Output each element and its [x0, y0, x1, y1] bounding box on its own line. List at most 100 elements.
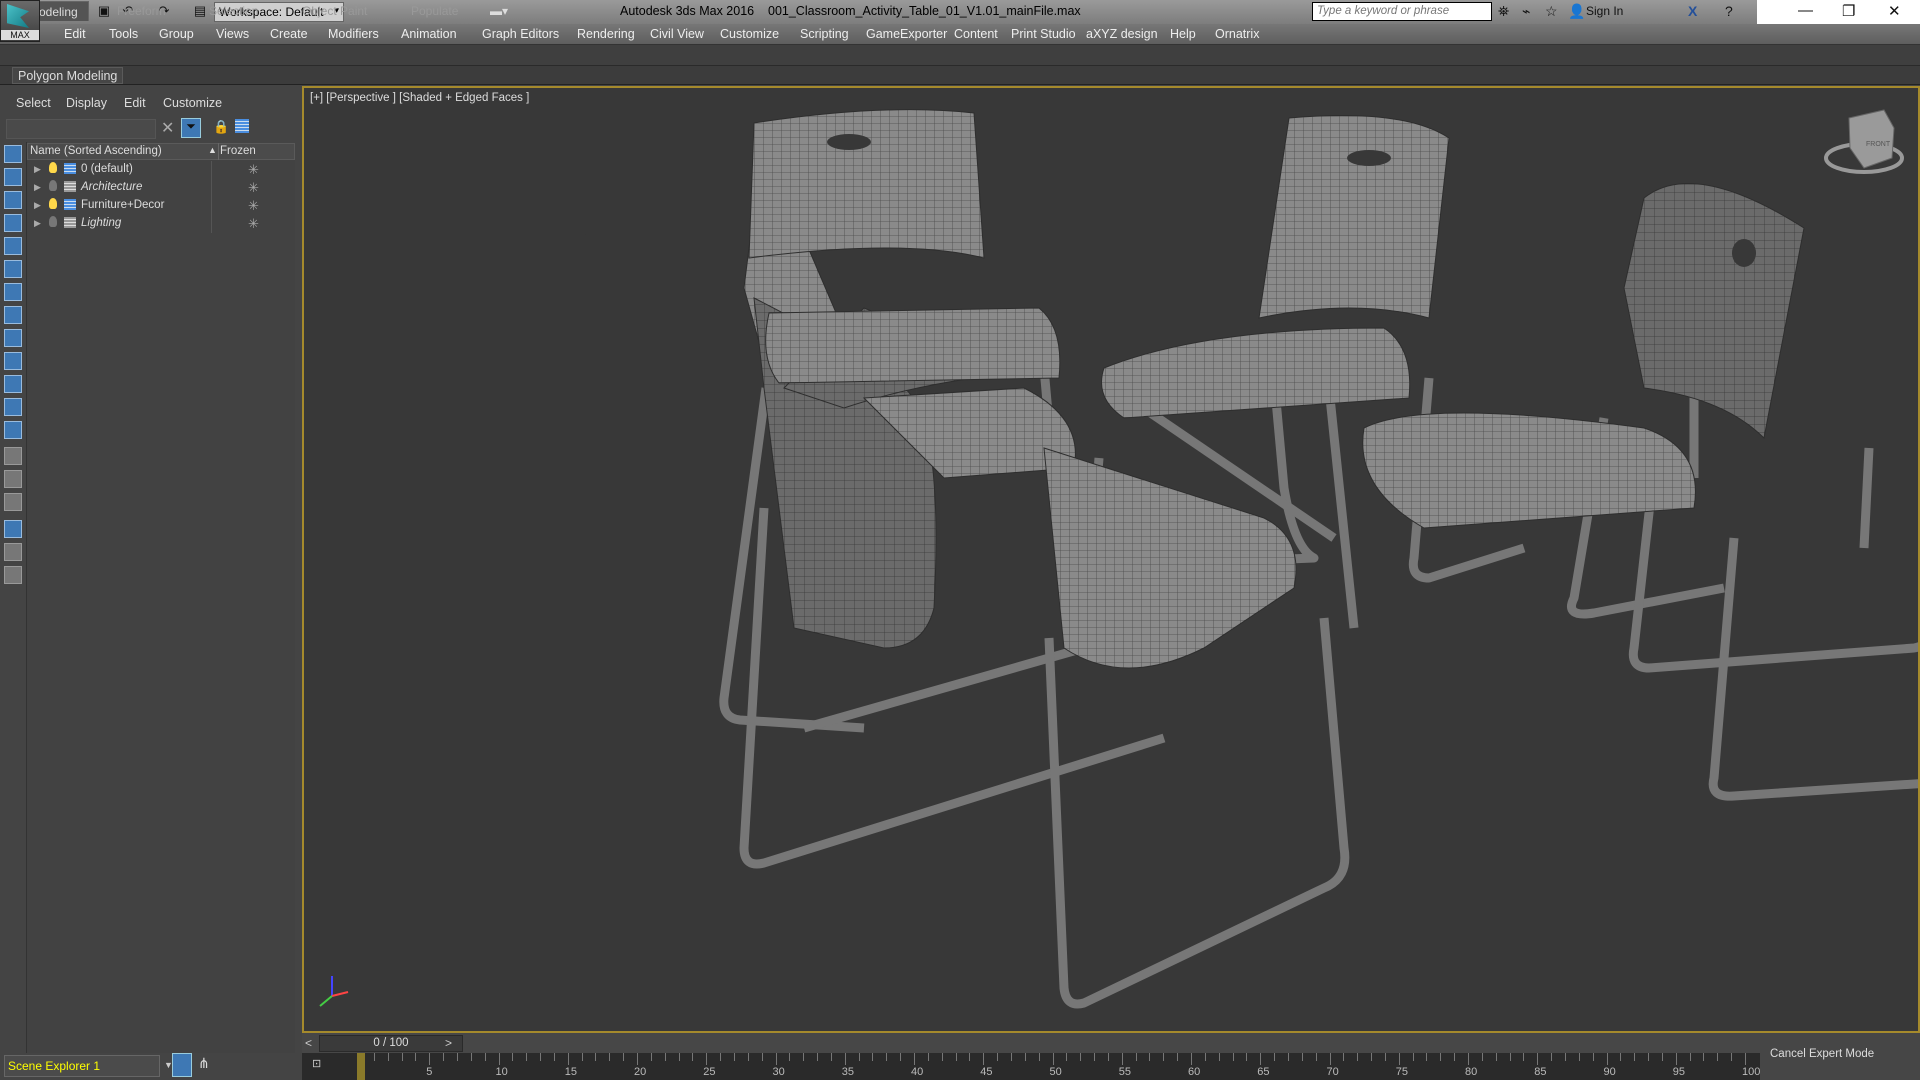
time-slider[interactable]: < 0 / 100 > [302, 1033, 1920, 1053]
app-menu-button[interactable]: MAX [0, 0, 40, 42]
viewcube[interactable]: FRONT [1824, 109, 1904, 174]
favorites-star-icon[interactable]: ☆ [1545, 3, 1558, 20]
explorer-menu-customize[interactable]: Customize [163, 96, 222, 110]
explorer-menu-edit[interactable]: Edit [124, 96, 146, 110]
ribbon-tab-freeform[interactable]: Freeform [117, 4, 166, 18]
search-input[interactable]: Type a keyword or phrase [1312, 2, 1492, 21]
ribbon-tab-populate[interactable]: Populate [411, 4, 458, 18]
explorer-search-input[interactable] [6, 119, 156, 139]
chair-4-back [1623, 182, 1805, 440]
explorer-filter-icon[interactable] [4, 493, 22, 511]
explorer-filter-icon[interactable] [4, 306, 22, 324]
binoculars-icon[interactable]: ⛯ [1498, 3, 1509, 20]
frame-label: 80 [1465, 1066, 1478, 1078]
restore-button[interactable]: ❐ [1842, 2, 1855, 20]
frozen-snowflake-icon[interactable]: ✳ [248, 198, 259, 214]
layers-icon[interactable] [235, 119, 249, 133]
explorer-filter-icon[interactable] [4, 352, 22, 370]
frame-tick [1287, 1053, 1289, 1061]
menu-civil-view[interactable]: Civil View [650, 27, 704, 41]
menu-customize[interactable]: Customize [720, 27, 779, 41]
light-bulb-icon[interactable] [49, 198, 57, 209]
clear-search-icon[interactable]: ✕ [161, 118, 174, 138]
communication-center-icon[interactable]: ⌁ [1522, 3, 1530, 20]
explorer-filter-icon[interactable] [4, 214, 22, 232]
menu-gameexporter[interactable]: GameExporter [866, 27, 947, 41]
menu-edit[interactable]: Edit [64, 27, 86, 41]
explorer-filter-icon[interactable] [4, 447, 22, 465]
menu-content[interactable]: Content [954, 27, 998, 41]
exchange-apps-icon[interactable]: X [1688, 3, 1697, 19]
explorer-filter-icon[interactable] [4, 168, 22, 186]
explorer-filter-icon[interactable] [4, 520, 22, 538]
explorer-filter-icon[interactable] [4, 375, 22, 393]
ribbon-options-icon[interactable]: ▬▾ [490, 4, 508, 18]
frozen-snowflake-icon[interactable]: ✳ [248, 216, 259, 232]
minimize-button[interactable]: — [1798, 2, 1813, 19]
explorer-menu-select[interactable]: Select [16, 96, 51, 110]
column-frozen[interactable]: Frozen [220, 145, 256, 157]
menu-graph-editors[interactable]: Graph Editors [482, 27, 559, 41]
menu-ornatrix[interactable]: Ornatrix [1215, 27, 1259, 41]
menu-create[interactable]: Create [270, 27, 308, 41]
explorer-filter-icon[interactable] [4, 566, 22, 584]
explorer-menu-display[interactable]: Display [66, 96, 107, 110]
previous-frame-button[interactable]: < [305, 1036, 312, 1050]
layer-row[interactable]: ▶ Lighting ✳ [27, 215, 295, 233]
expand-arrow-icon[interactable]: ▶ [34, 182, 41, 193]
frozen-snowflake-icon[interactable]: ✳ [248, 162, 259, 178]
curve-editor-icon[interactable]: ⊡ [312, 1057, 332, 1075]
expand-arrow-icon[interactable]: ▶ [34, 218, 41, 229]
help-icon[interactable]: ? [1725, 3, 1733, 19]
polygon-modeling-panel[interactable]: Polygon Modeling [12, 67, 124, 84]
explorer-filter-icon[interactable] [4, 398, 22, 416]
expand-arrow-icon[interactable]: ▶ [34, 164, 41, 175]
sort-by-hierarchy-icon[interactable]: ⋔ [198, 1055, 210, 1072]
layer-row[interactable]: ▶ Architecture ✳ [27, 179, 295, 197]
save-icon[interactable]: ▣ [96, 3, 112, 19]
layer-row[interactable]: ▶ 0 (default) ✳ [27, 161, 295, 179]
explorer-filter-icon[interactable] [4, 283, 22, 301]
explorer-filter-icon[interactable] [4, 191, 22, 209]
filter-icon[interactable]: ⏷ [181, 118, 201, 138]
menu-modifiers[interactable]: Modifiers [328, 27, 379, 41]
frame-tick [1675, 1053, 1677, 1065]
explorer-filter-icon[interactable] [4, 237, 22, 255]
layer-row[interactable]: ▶ Furniture+Decor ✳ [27, 197, 295, 215]
explorer-filter-icon[interactable] [4, 421, 22, 439]
sort-by-layer-icon[interactable] [172, 1053, 192, 1077]
expand-arrow-icon[interactable]: ▶ [34, 200, 41, 211]
explorer-filter-icon[interactable] [4, 543, 22, 561]
menu-animation[interactable]: Animation [401, 27, 457, 41]
explorer-filter-icon[interactable] [4, 145, 22, 163]
menu-views[interactable]: Views [216, 27, 249, 41]
close-button[interactable]: ✕ [1888, 2, 1901, 20]
lock-icon[interactable]: 🔒 [213, 119, 229, 135]
light-bulb-icon[interactable] [49, 180, 57, 191]
light-bulb-icon[interactable] [49, 216, 57, 227]
ribbon-tab-selection[interactable]: Selection [209, 4, 258, 18]
frozen-snowflake-icon[interactable]: ✳ [248, 180, 259, 196]
track-bar[interactable]: ⊡ 05101520253035404550556065707580859095… [302, 1053, 1920, 1080]
menu-rendering[interactable]: Rendering [577, 27, 635, 41]
light-bulb-icon[interactable] [49, 162, 57, 173]
menu-axyz-design[interactable]: aXYZ design [1086, 27, 1158, 41]
next-frame-button[interactable]: > [445, 1036, 452, 1050]
time-slider-thumb[interactable]: 0 / 100 [319, 1035, 463, 1052]
menu-help[interactable]: Help [1170, 27, 1196, 41]
menu-tools[interactable]: Tools [109, 27, 138, 41]
viewport-perspective[interactable]: [+] [Perspective ] [Shaded + Edged Faces… [302, 86, 1920, 1033]
explorer-filter-icon[interactable] [4, 329, 22, 347]
menu-print-studio[interactable]: Print Studio [1011, 27, 1076, 41]
sign-in-button[interactable]: Sign In [1586, 4, 1623, 18]
column-name[interactable]: Name (Sorted Ascending) [30, 145, 162, 157]
menu-group[interactable]: Group [159, 27, 194, 41]
project-folder-icon[interactable]: ▤ [192, 3, 208, 19]
explorer-filter-icon[interactable] [4, 470, 22, 488]
scene-explorer-selector[interactable]: Scene Explorer 1 [4, 1055, 160, 1077]
cancel-expert-mode-button[interactable]: Cancel Expert Mode [1760, 1033, 1920, 1080]
current-frame-marker[interactable] [357, 1053, 365, 1080]
explorer-filter-icon[interactable] [4, 260, 22, 278]
menu-scripting[interactable]: Scripting [800, 27, 849, 41]
ribbon-tab-object-paint[interactable]: Object Paint [302, 4, 367, 18]
